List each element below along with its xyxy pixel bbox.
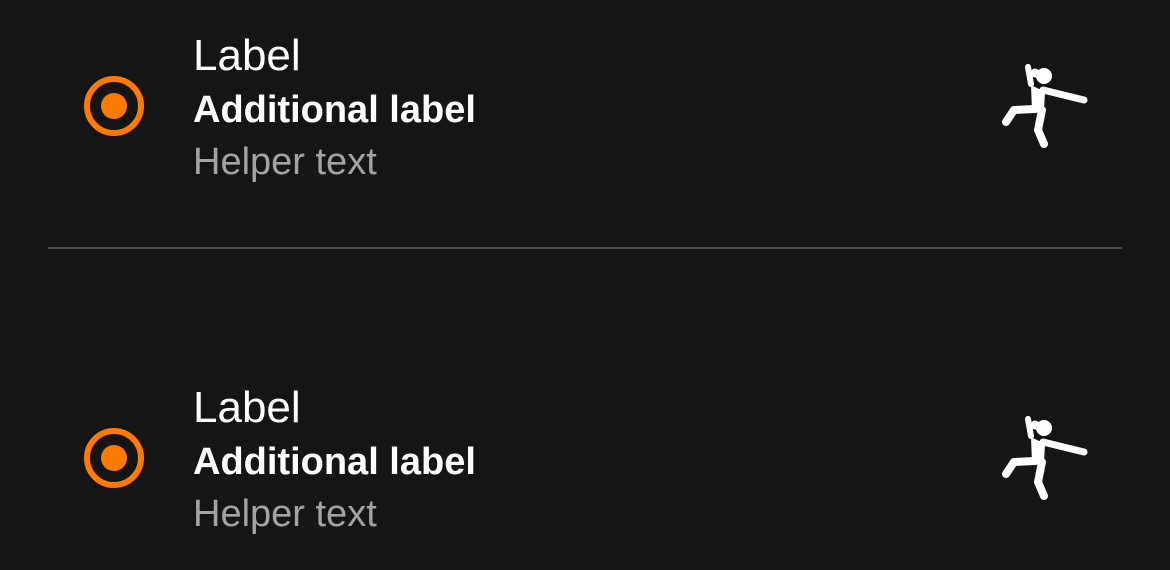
radio-selected-dot bbox=[101, 445, 127, 471]
list-item[interactable]: Label Additional label Helper text bbox=[0, 380, 1170, 540]
list-item-text: Label Additional label Helper text bbox=[193, 380, 476, 540]
radio-button[interactable] bbox=[84, 76, 144, 136]
divider bbox=[48, 247, 1122, 249]
item-additional-label: Additional label bbox=[193, 89, 476, 131]
handball-player-icon bbox=[998, 64, 1090, 150]
radio-list: Label Additional label Helper text Label… bbox=[0, 0, 1170, 570]
handball-player-icon bbox=[998, 416, 1090, 502]
list-item-text: Label Additional label Helper text bbox=[193, 28, 476, 188]
radio-selected-dot bbox=[101, 93, 127, 119]
item-label: Label bbox=[193, 383, 301, 432]
item-helper-text: Helper text bbox=[193, 141, 377, 183]
item-helper-text: Helper text bbox=[193, 493, 377, 535]
radio-button[interactable] bbox=[84, 428, 144, 488]
item-additional-label: Additional label bbox=[193, 441, 476, 483]
list-item[interactable]: Label Additional label Helper text bbox=[0, 28, 1170, 249]
item-label: Label bbox=[193, 31, 301, 80]
